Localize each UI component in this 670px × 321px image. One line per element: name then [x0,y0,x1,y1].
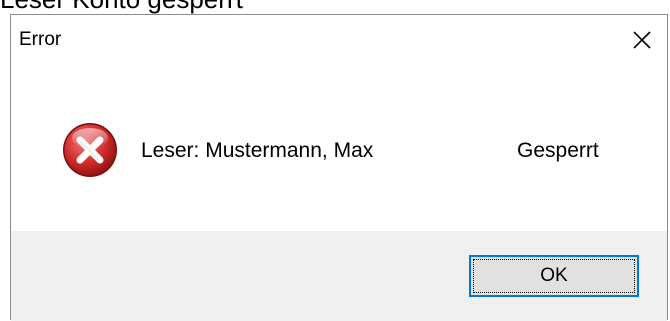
dialog-footer: OK [11,231,667,321]
close-button[interactable] [617,15,667,65]
dialog-content: Leser: Mustermann, Max Gesperrt [11,65,667,231]
close-icon [633,31,651,49]
dialog-title: Error [19,29,62,50]
ok-button[interactable]: OK [469,255,639,297]
dialog-titlebar[interactable]: Error [11,15,667,65]
error-icon [63,123,117,177]
background-window-title: Leser Konto gesperrt [0,0,243,14]
error-dialog: Error Leser: Mustermann, Max Gesperrt OK [10,14,668,321]
ok-button-label: OK [540,265,568,286]
status-text: Gesperrt [517,139,599,162]
dialog-message: Leser: Mustermann, Max [141,139,374,162]
